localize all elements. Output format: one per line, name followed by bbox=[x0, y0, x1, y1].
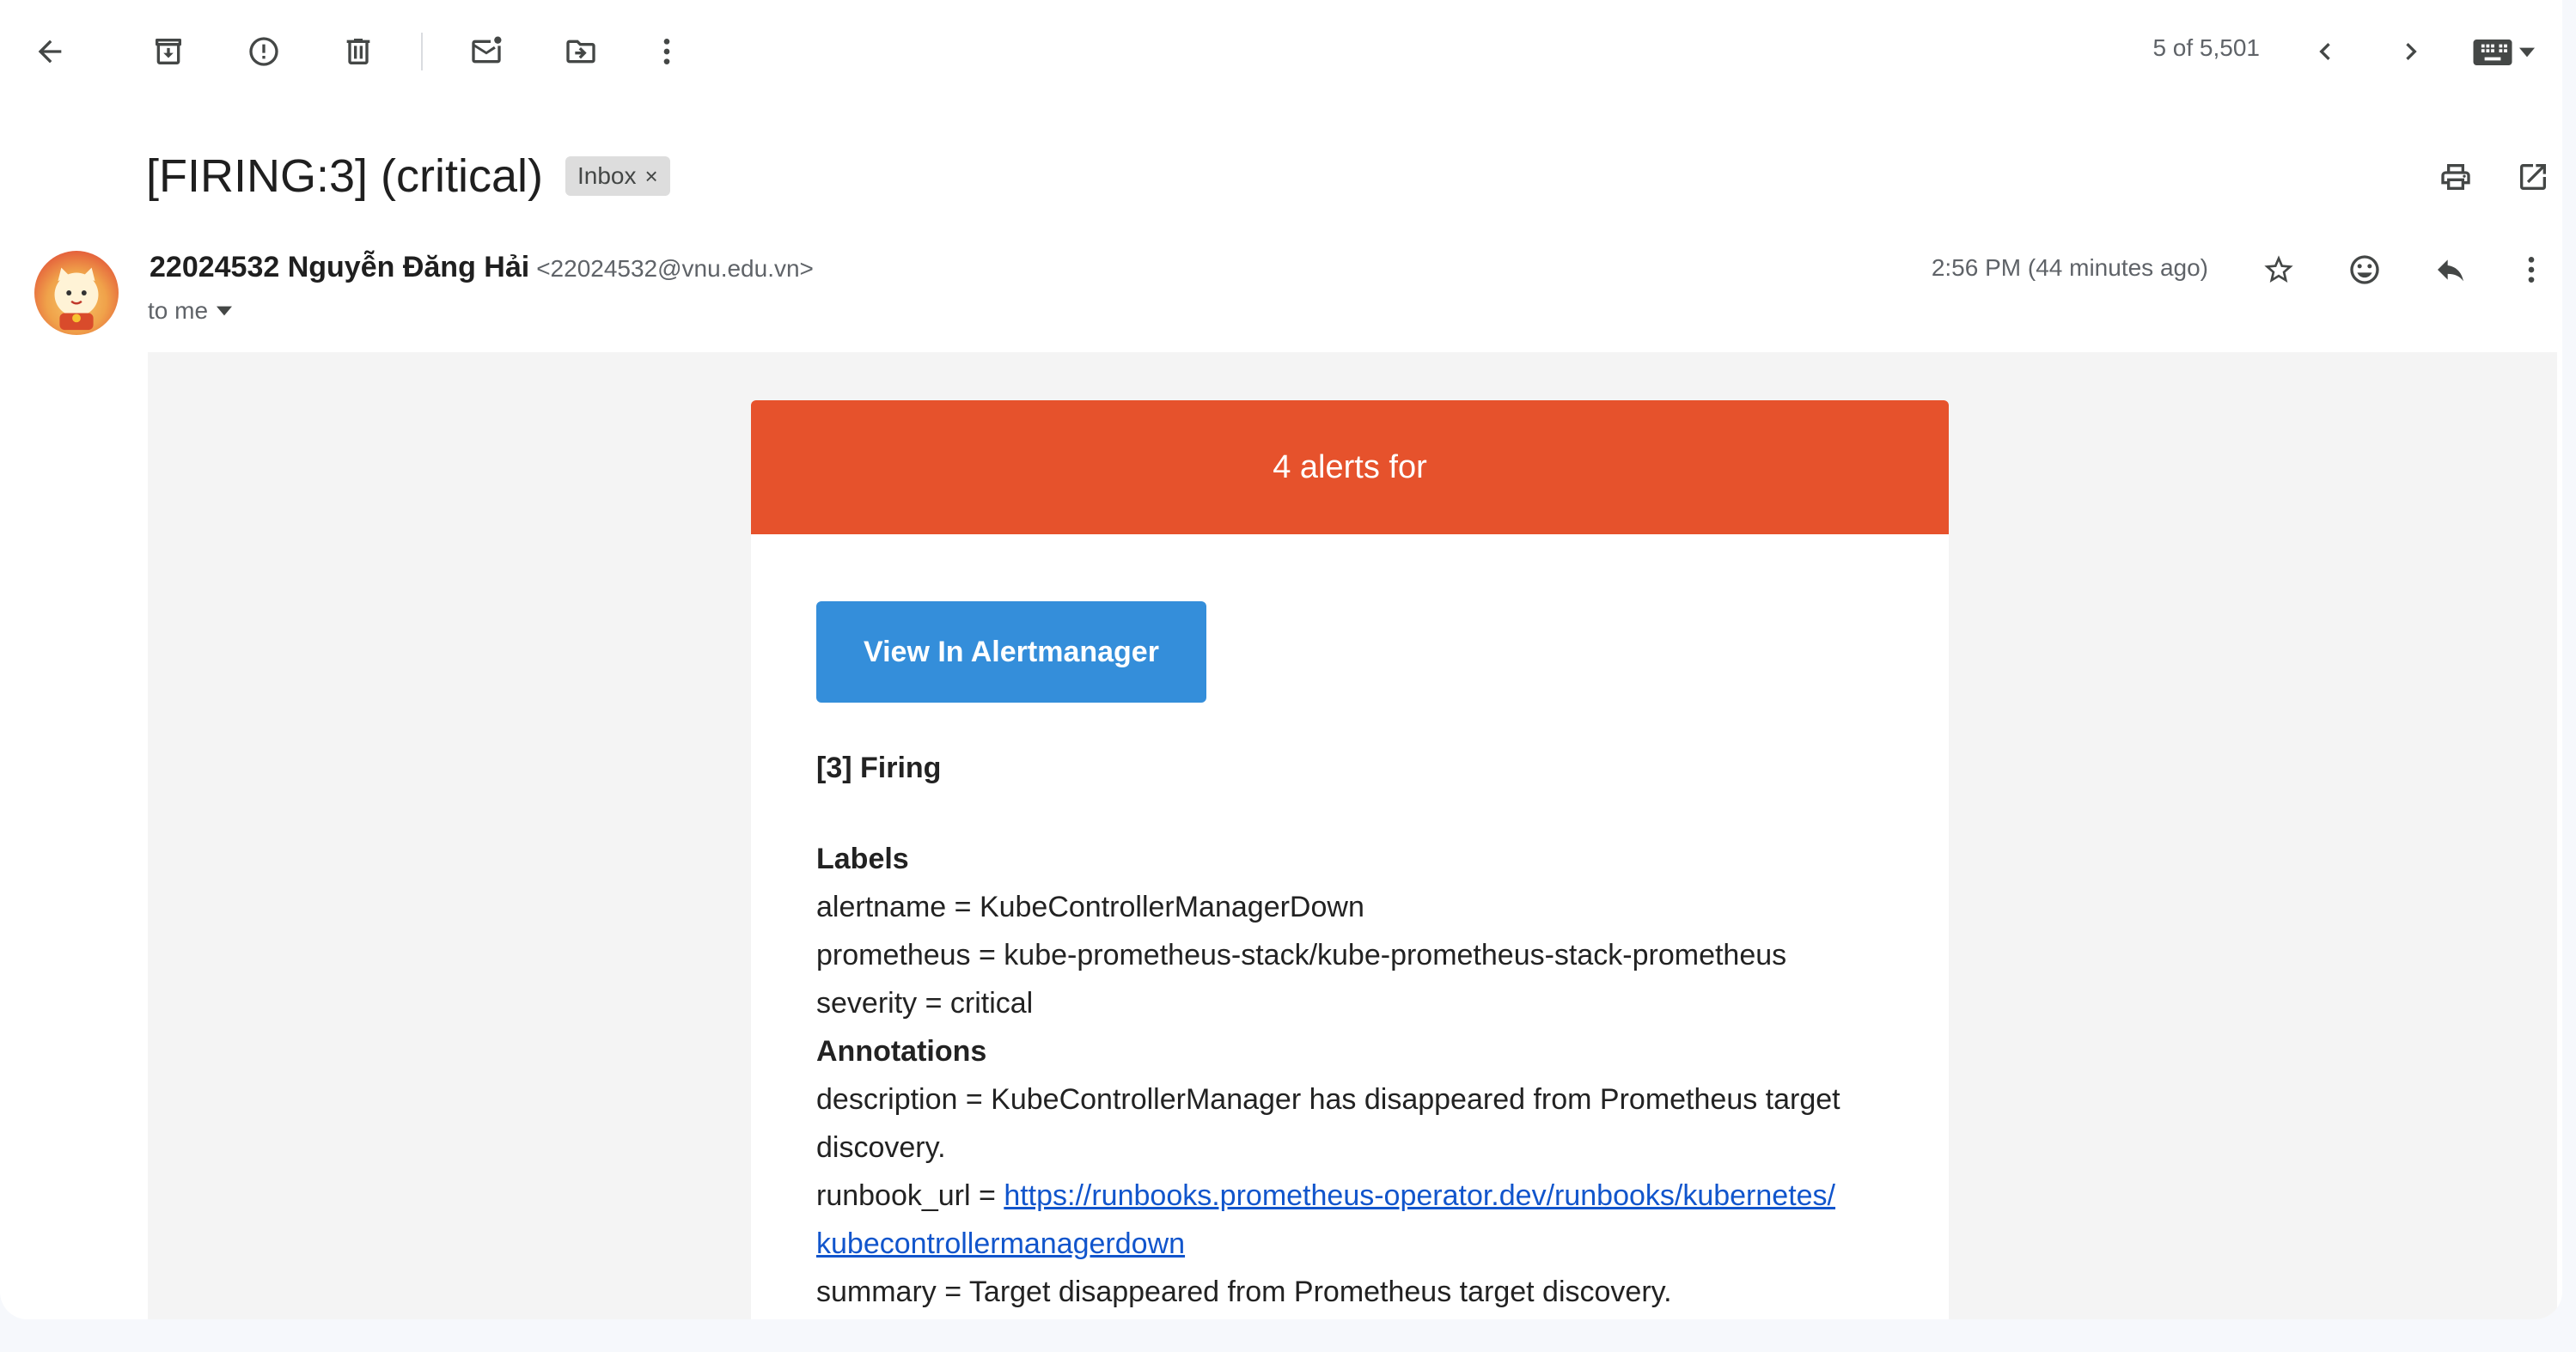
view-in-alertmanager-button[interactable]: View In Alertmanager bbox=[816, 601, 1206, 703]
report-spam-icon[interactable] bbox=[238, 26, 290, 77]
email-subject: [FIRING:3] (critical) bbox=[146, 150, 544, 202]
remove-label-icon[interactable]: × bbox=[645, 163, 658, 190]
inbox-label-chip[interactable]: Inbox × bbox=[565, 156, 670, 196]
annotations-heading: Annotations bbox=[816, 1035, 987, 1068]
inbox-label-text: Inbox bbox=[577, 162, 637, 189]
more-vert-icon[interactable] bbox=[641, 26, 693, 77]
open-in-new-window-icon[interactable] bbox=[2507, 151, 2559, 203]
description-line: description = KubeControllerManager has … bbox=[816, 1083, 1840, 1116]
recipient-label: to me bbox=[148, 297, 209, 324]
message-more-vert-icon[interactable] bbox=[2506, 244, 2557, 295]
alert-details: [3] Firing Labels alertname = KubeContro… bbox=[816, 744, 1899, 1316]
runbook-label: runbook_url = bbox=[816, 1179, 1004, 1212]
alert-header-banner: 4 alerts for bbox=[751, 400, 1949, 534]
runbook-link-continued[interactable]: kubecontrollermanagerdown bbox=[816, 1227, 1185, 1260]
email-timestamp: 2:56 PM (44 minutes ago) bbox=[1931, 254, 2208, 281]
chevron-down-icon bbox=[217, 306, 233, 316]
caret-down-icon bbox=[2519, 47, 2535, 58]
firing-heading: [3] Firing bbox=[816, 752, 942, 784]
toolbar-divider bbox=[421, 33, 423, 70]
recipient-details-toggle[interactable]: to me bbox=[148, 297, 233, 325]
runbook-line: runbook_url = https://runbooks.prometheu… bbox=[816, 1172, 1899, 1220]
summary-line: summary = Target disappeared from Promet… bbox=[816, 1276, 1672, 1308]
move-to-icon[interactable] bbox=[555, 26, 607, 77]
back-arrow-icon[interactable] bbox=[24, 26, 76, 77]
mark-unread-icon[interactable] bbox=[461, 26, 512, 77]
chevron-left-icon[interactable] bbox=[2299, 26, 2351, 77]
sender-avatar[interactable] bbox=[34, 251, 119, 335]
pager-count: 5 of 5,501 bbox=[2152, 34, 2260, 61]
keyboard-icon bbox=[2473, 40, 2512, 65]
sender-info: 22024532 Nguyễn Đăng Hải <22024532@vnu.ed… bbox=[150, 251, 814, 284]
description-line-continued: discovery. bbox=[816, 1131, 946, 1164]
alert-email-card: 4 alerts for View In Alertmanager [3] Fi… bbox=[751, 400, 1949, 1319]
label-line: alertname = KubeControllerManagerDown bbox=[816, 891, 1364, 923]
star-icon[interactable] bbox=[2253, 244, 2304, 295]
label-line: severity = critical bbox=[816, 987, 1034, 1020]
labels-heading: Labels bbox=[816, 843, 909, 875]
runbook-line-continued: kubecontrollermanagerdown bbox=[816, 1220, 1899, 1268]
alert-header-text: 4 alerts for bbox=[1273, 448, 1427, 485]
emoji-reaction-icon[interactable] bbox=[2339, 244, 2390, 295]
input-tools-button[interactable] bbox=[2463, 31, 2545, 74]
email-view: 5 of 5,501 [FIRING:3] (critical) Inbox × bbox=[0, 0, 2562, 1319]
reply-icon[interactable] bbox=[2425, 244, 2476, 295]
print-icon[interactable] bbox=[2430, 151, 2481, 203]
archive-icon[interactable] bbox=[143, 26, 194, 77]
sender-name[interactable]: 22024532 Nguyễn Đăng Hải bbox=[150, 251, 529, 283]
chevron-right-icon[interactable] bbox=[2385, 26, 2437, 77]
delete-icon[interactable] bbox=[333, 26, 384, 77]
sender-email: <22024532@vnu.edu.vn> bbox=[536, 255, 814, 282]
lucky-cat-avatar-image bbox=[54, 267, 99, 331]
label-line: prometheus = kube-prometheus-stack/kube-… bbox=[816, 939, 1787, 971]
runbook-link[interactable]: https://runbooks.prometheus-operator.dev… bbox=[1004, 1179, 1835, 1212]
